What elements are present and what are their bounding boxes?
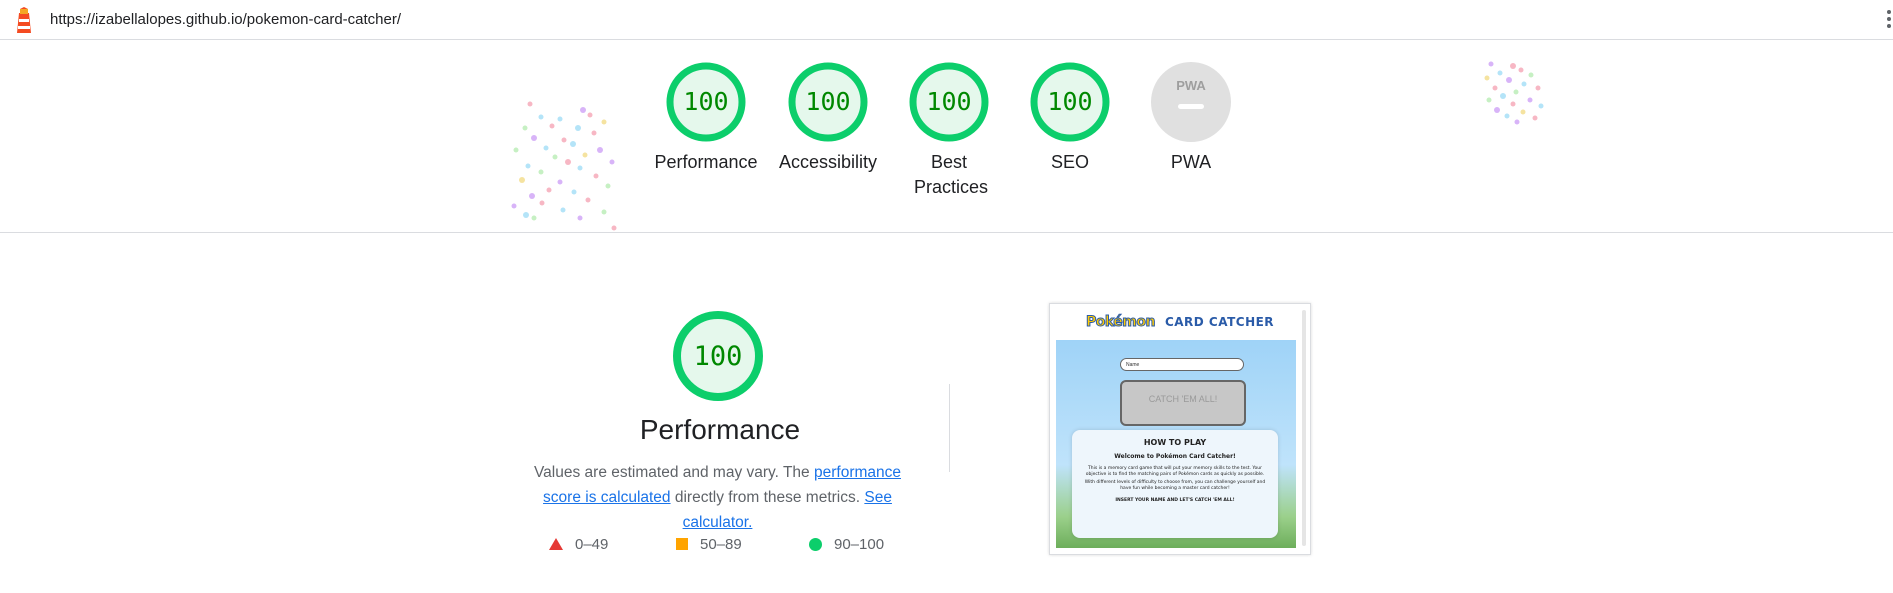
lighthouse-icon bbox=[17, 7, 31, 33]
gauge-ring: 100 bbox=[788, 62, 868, 142]
gauge-score: 100 bbox=[683, 87, 728, 116]
gauge-label: Best Practices bbox=[914, 152, 989, 197]
name-input: Name bbox=[1120, 358, 1244, 371]
card-welcome: Welcome to Pokémon Card Catcher! bbox=[1114, 453, 1236, 460]
square-icon bbox=[676, 538, 688, 550]
legend-item-fail: 0–49 bbox=[549, 534, 608, 554]
pokemon-logo: Pokémon bbox=[1085, 314, 1155, 331]
app-header: Pokémon CARD CATCHER bbox=[1050, 304, 1310, 340]
legend-item-pass: 90–100 bbox=[809, 534, 884, 554]
desc-text: directly from these metrics. bbox=[670, 489, 865, 506]
score-gauge-performance[interactable]: 100 Performance bbox=[646, 62, 766, 175]
pwa-badge-text: PWA bbox=[1176, 78, 1206, 93]
triangle-icon bbox=[549, 538, 563, 550]
confetti-decoration bbox=[1484, 61, 1544, 125]
catch-button: CATCH 'EM ALL! bbox=[1120, 380, 1246, 426]
more-vert-icon[interactable] bbox=[1885, 10, 1893, 32]
performance-description: Values are estimated and may vary. The p… bbox=[515, 460, 920, 535]
app-body: Name CATCH 'EM ALL! HOW TO PLAY Welcome … bbox=[1056, 340, 1296, 548]
legend-range: 0–49 bbox=[575, 535, 609, 553]
section-divider bbox=[949, 384, 950, 472]
card-text: With different levels of difficulty to c… bbox=[1084, 480, 1266, 491]
legend-item-average: 50–89 bbox=[676, 534, 742, 554]
app-title: CARD CATCHER bbox=[1164, 315, 1275, 329]
score-gauge-seo[interactable]: 100 SEO bbox=[1010, 62, 1130, 175]
performance-score: 100 bbox=[694, 341, 743, 372]
gauge-label: Accessibility bbox=[778, 152, 878, 172]
score-gauge-pwa[interactable]: PWA PWA bbox=[1131, 62, 1251, 175]
confetti-decoration bbox=[511, 101, 617, 231]
pwa-icon: PWA bbox=[1151, 62, 1231, 142]
performance-title: Performance bbox=[639, 414, 801, 445]
gauge-label: PWA bbox=[1170, 152, 1212, 172]
gauge-score: 100 bbox=[1047, 87, 1092, 116]
gauge-label: Performance bbox=[654, 152, 758, 172]
card-heading: HOW TO PLAY bbox=[1143, 438, 1207, 447]
page-url[interactable]: https://izabellalopes.github.io/pokemon-… bbox=[50, 11, 401, 28]
gauge-ring: 100 bbox=[909, 62, 989, 142]
scrollbar bbox=[1302, 310, 1306, 546]
circle-icon bbox=[809, 537, 822, 551]
performance-gauge[interactable]: 100 bbox=[672, 310, 764, 402]
final-screenshot[interactable]: Pokémon CARD CATCHER Name CATCH 'EM ALL!… bbox=[1049, 303, 1311, 555]
gauge-score: 100 bbox=[805, 87, 850, 116]
card-cta: INSERT YOUR NAME AND LET'S CATCH 'EM ALL… bbox=[1115, 498, 1235, 503]
how-to-play-card: HOW TO PLAY Welcome to Pokémon Card Catc… bbox=[1072, 430, 1278, 538]
score-gauge-accessibility[interactable]: 100 Accessibility bbox=[768, 62, 888, 175]
score-gauge-best-practices[interactable]: 100 Best Practices bbox=[889, 62, 1009, 200]
gauge-label: SEO bbox=[1050, 152, 1089, 172]
gauge-score: 100 bbox=[926, 87, 971, 116]
desc-text: Values are estimated and may vary. The bbox=[533, 464, 814, 481]
address-bar: https://izabellalopes.github.io/pokemon-… bbox=[0, 0, 1893, 40]
legend-range: 50–89 bbox=[700, 535, 742, 553]
card-text: This is a memory card game that will put… bbox=[1085, 466, 1265, 477]
scores-header: 100 Performance 100 Accessibility 100 Be… bbox=[0, 40, 1893, 233]
gauge-ring: 100 bbox=[1030, 62, 1110, 142]
legend-range: 90–100 bbox=[834, 535, 885, 553]
gauge-ring: 100 bbox=[666, 62, 746, 142]
